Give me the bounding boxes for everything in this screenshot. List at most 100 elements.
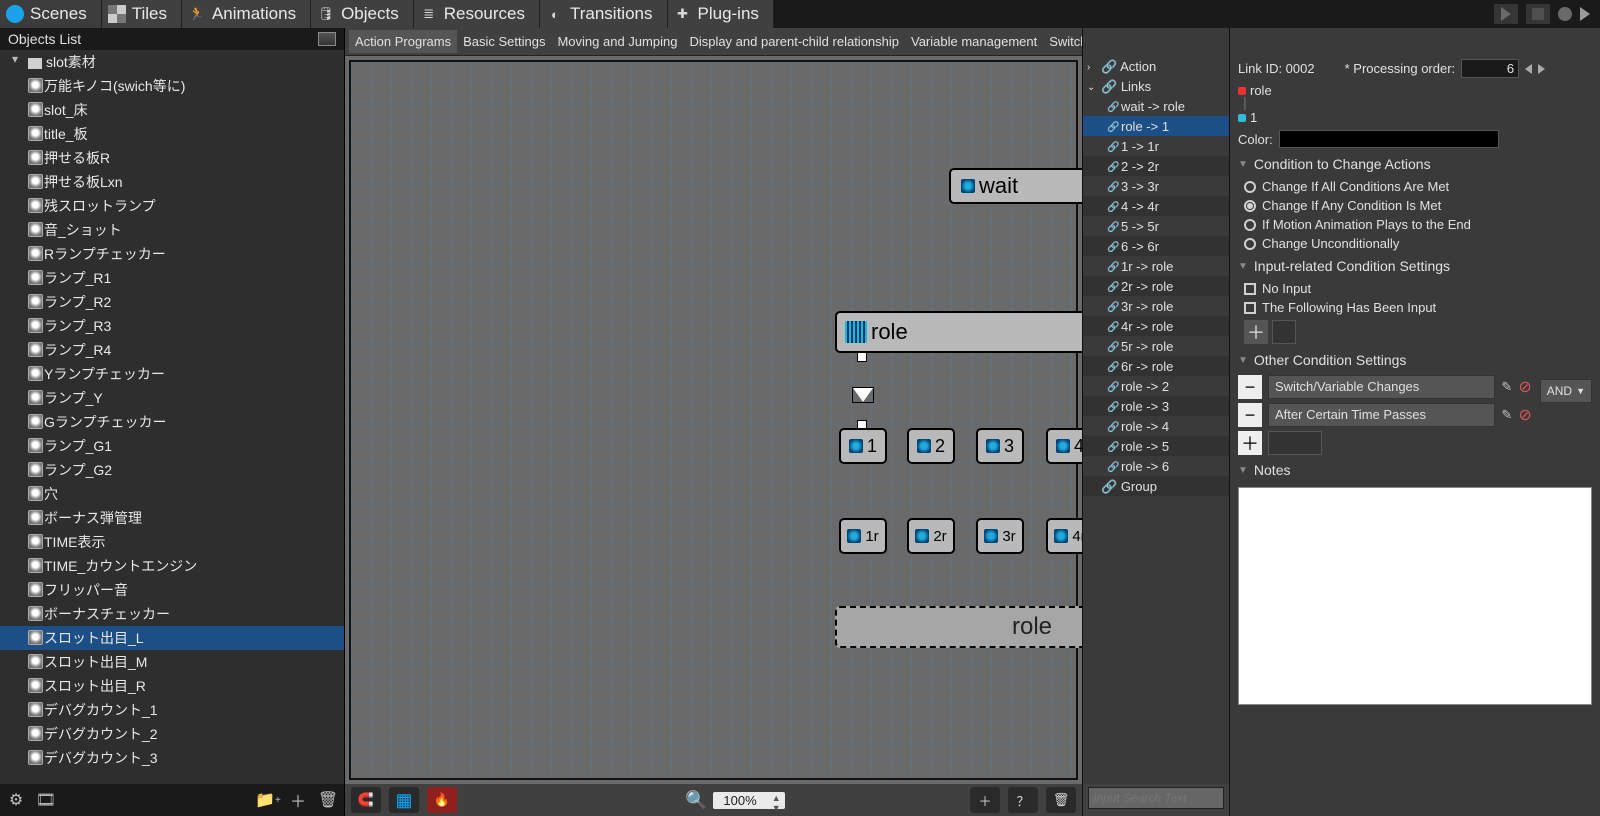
question-button[interactable]: ？ <box>1008 787 1038 813</box>
play-small-icon[interactable] <box>1580 7 1590 21</box>
unknown-red-button[interactable]: 🔥 <box>427 787 457 813</box>
edge-handle[interactable] <box>857 352 867 362</box>
radio-unconditional[interactable]: Change Unconditionally <box>1230 234 1600 253</box>
tab-plugins[interactable]: ✚Plug-ins <box>668 0 774 28</box>
hierarchy-link-item[interactable]: 🔗wait -> role <box>1083 96 1229 116</box>
play-button[interactable] <box>1494 4 1518 24</box>
stop-button[interactable] <box>1526 4 1550 24</box>
hierarchy-link-item[interactable]: 🔗1 -> 1r <box>1083 136 1229 156</box>
disabled-icon[interactable]: ⊘ <box>1518 377 1531 397</box>
node-role-ghost[interactable]: role <box>835 606 1082 648</box>
delete-node-button[interactable]: 🗑 <box>1046 787 1076 813</box>
add-button[interactable]: ＋ <box>288 790 308 810</box>
hierarchy-link-item[interactable]: 🔗4 -> 4r <box>1083 196 1229 216</box>
tree-item[interactable]: フリッパー音 <box>0 578 344 602</box>
tree-item[interactable]: ランプ_G1 <box>0 434 344 458</box>
globe-icon[interactable] <box>1558 7 1572 21</box>
hierarchy-link-item[interactable]: 🔗2r -> role <box>1083 276 1229 296</box>
notes-textarea[interactable] <box>1238 487 1592 705</box>
tab-tiles[interactable]: Tiles <box>102 0 182 28</box>
hier-links[interactable]: ⌄🔗 Links <box>1083 76 1229 96</box>
tree-item[interactable]: 音_ショット <box>0 218 344 242</box>
hierarchy-link-item[interactable]: 🔗4r -> role <box>1083 316 1229 336</box>
add-condition-button[interactable]: ＋ <box>1238 431 1262 455</box>
search-input[interactable] <box>1088 787 1224 809</box>
disabled-icon[interactable]: ⊘ <box>1518 405 1531 425</box>
tree-item[interactable]: ランプ_Y <box>0 386 344 410</box>
add-node-button[interactable]: ＋ <box>970 787 1000 813</box>
tree-item[interactable]: 押せる板Lxn <box>0 170 344 194</box>
node-2r[interactable]: 2r <box>907 518 955 554</box>
condition-field[interactable]: Switch/Variable Changes <box>1268 375 1495 399</box>
subtab[interactable]: Display and parent-child relationship <box>683 30 905 53</box>
hierarchy-link-item[interactable]: 🔗6 -> 6r <box>1083 236 1229 256</box>
objects-tree[interactable]: slot素材 万能キノコ(swich等に)slot_床title_板押せる板R押… <box>0 50 344 784</box>
hierarchy-link-item[interactable]: 🔗role -> 6 <box>1083 456 1229 476</box>
tree-item[interactable]: TIME表示 <box>0 530 344 554</box>
collapse-panel-button[interactable] <box>318 32 336 46</box>
hierarchy-link-item[interactable]: 🔗6r -> role <box>1083 356 1229 376</box>
hier-group[interactable]: 🔗 Group <box>1083 476 1229 496</box>
film-icon[interactable]: 🎞 <box>36 790 56 810</box>
node-wait[interactable]: wait <box>949 168 1082 204</box>
hierarchy-link-item[interactable]: 🔗role -> 5 <box>1083 436 1229 456</box>
node-3r[interactable]: 3r <box>976 518 1024 554</box>
condition-field[interactable]: After Certain Time Passes <box>1268 403 1495 427</box>
tree-item[interactable]: ランプ_G2 <box>0 458 344 482</box>
processing-order-field[interactable] <box>1461 59 1519 78</box>
tree-item[interactable]: ランプ_R1 <box>0 266 344 290</box>
hierarchy-link-item[interactable]: 🔗1r -> role <box>1083 256 1229 276</box>
remove-condition-button[interactable]: − <box>1238 403 1262 427</box>
section-input-conditions[interactable]: ▼Input-related Condition Settings <box>1230 253 1600 279</box>
snap-button[interactable]: 🧲 <box>351 787 381 813</box>
hierarchy-link-item[interactable]: 🔗3 -> 3r <box>1083 176 1229 196</box>
radio-all-conditions[interactable]: Change If All Conditions Are Met <box>1230 177 1600 196</box>
section-condition-change[interactable]: ▼Condition to Change Actions <box>1230 151 1600 177</box>
check-no-input[interactable]: No Input <box>1230 279 1600 298</box>
node-2[interactable]: 2 <box>907 428 955 464</box>
node-3[interactable]: 3 <box>976 428 1024 464</box>
color-swatch[interactable] <box>1279 130 1499 148</box>
tree-folder[interactable]: slot素材 <box>0 50 344 74</box>
tree-item[interactable]: Rランプチェッカー <box>0 242 344 266</box>
condition-slot[interactable] <box>1268 431 1322 455</box>
tree-item[interactable]: デバグカウント_1 <box>0 698 344 722</box>
tree-item[interactable]: 残スロットランプ <box>0 194 344 218</box>
tree-item[interactable]: スロット出目_R <box>0 674 344 698</box>
edit-icon[interactable]: ✎ <box>1501 407 1512 423</box>
tree-item[interactable]: ボーナス弾管理 <box>0 506 344 530</box>
tree-item[interactable]: slot_床 <box>0 98 344 122</box>
section-notes[interactable]: ▼Notes <box>1230 457 1600 483</box>
radio-any-condition[interactable]: Change If Any Condition Is Met <box>1230 196 1600 215</box>
node-4[interactable]: 4 <box>1046 428 1082 464</box>
tab-animations[interactable]: 🏃Animations <box>182 0 311 28</box>
zoom-icon[interactable]: 🔍 <box>685 790 707 811</box>
subtab[interactable]: Variable management <box>905 30 1043 53</box>
tree-item[interactable]: スロット出目_M <box>0 650 344 674</box>
subtab[interactable]: Moving and Jumping <box>551 30 683 53</box>
tree-item[interactable]: 穴 <box>0 482 344 506</box>
check-following-input[interactable]: The Following Has Been Input <box>1230 298 1600 317</box>
subtab[interactable]: Basic Settings <box>457 30 551 53</box>
tab-resources[interactable]: ≣Resources <box>414 0 540 28</box>
tree-item[interactable]: ボーナスチェッカー <box>0 602 344 626</box>
node-4r[interactable]: 4r <box>1046 518 1082 554</box>
hierarchy-link-item[interactable]: 🔗role -> 2 <box>1083 376 1229 396</box>
node-1[interactable]: 1 <box>839 428 887 464</box>
step-down-icon[interactable] <box>1525 64 1532 74</box>
grid-toggle[interactable]: ▦ <box>389 787 419 813</box>
node-role[interactable]: role <box>835 311 1082 353</box>
zoom-value[interactable]: 100%▲▼ <box>713 792 784 809</box>
new-folder-button[interactable]: 📁+ <box>258 790 278 810</box>
subtab[interactable]: Action Programs <box>349 30 457 53</box>
tree-item[interactable]: スロット出目_L <box>0 626 344 650</box>
tree-item[interactable]: Yランプチェッカー <box>0 362 344 386</box>
tree-item[interactable]: 押せる板R <box>0 146 344 170</box>
hierarchy-link-item[interactable]: 🔗role -> 1 <box>1083 116 1229 136</box>
hierarchy-list[interactable]: ›🔗 Action ⌄🔗 Links 🔗wait -> role🔗role ->… <box>1083 56 1229 784</box>
remove-condition-button[interactable]: − <box>1238 375 1262 399</box>
step-up-icon[interactable] <box>1538 64 1545 74</box>
input-condition-slot[interactable] <box>1272 320 1296 344</box>
tree-item[interactable]: title_板 <box>0 122 344 146</box>
tab-objects[interactable]: 🛢Objects <box>311 0 414 28</box>
